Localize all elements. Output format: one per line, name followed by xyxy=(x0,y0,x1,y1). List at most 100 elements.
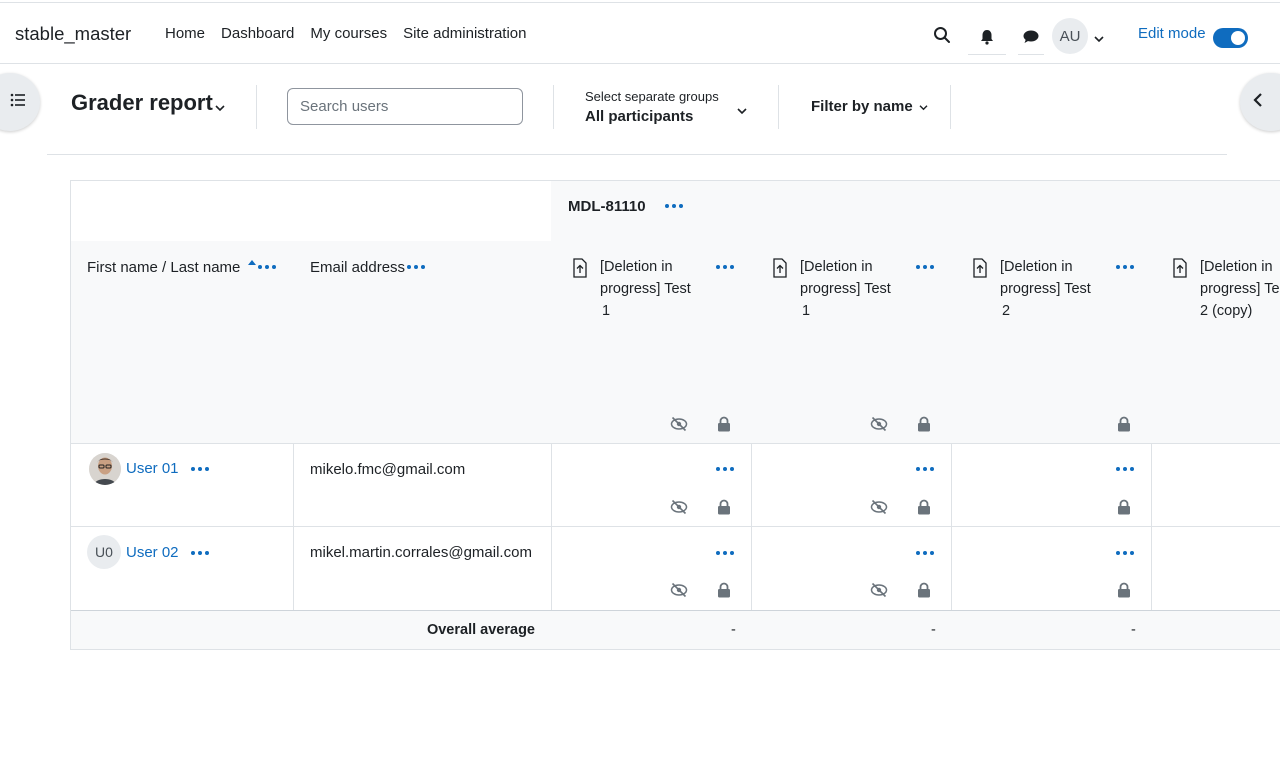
nav-home[interactable]: Home xyxy=(165,25,205,42)
grade-cell-actions-icon[interactable] xyxy=(916,550,934,556)
user-menu-chevron-down-icon[interactable] xyxy=(1094,30,1104,47)
user-name-link[interactable]: User 02 xyxy=(126,544,179,561)
primary-nav: Home Dashboard My courses Site administr… xyxy=(165,25,527,42)
user-email: mikelo.fmc@gmail.com xyxy=(310,461,466,478)
lock-icon xyxy=(718,416,730,432)
grade-cell[interactable] xyxy=(1151,443,1280,527)
grade-item-title-line: progress] Test xyxy=(600,281,691,297)
email-cell xyxy=(293,526,552,611)
grade-cell-actions-icon[interactable] xyxy=(916,466,934,472)
hidden-eye-slash-icon xyxy=(670,416,688,432)
name-column-text: First name / Last name xyxy=(87,259,241,276)
average-value: - xyxy=(931,622,936,638)
grade-item-title-line: [Deletion in xyxy=(800,259,873,275)
grade-item-title-line: 2 (copy) xyxy=(1200,303,1253,319)
divider xyxy=(950,85,951,129)
average-cell xyxy=(1151,610,1280,650)
assignment-upload-icon xyxy=(773,258,787,278)
user-actions-menu-icon[interactable] xyxy=(191,466,209,472)
search-users-input[interactable] xyxy=(287,88,523,125)
grade-cell[interactable] xyxy=(951,526,1152,611)
grade-item-actions-icon[interactable] xyxy=(716,264,734,270)
user-name-link[interactable]: User 01 xyxy=(126,460,179,477)
divider xyxy=(256,85,257,129)
grade-cell[interactable] xyxy=(551,526,752,611)
grade-item-title-line: [Deletion in xyxy=(1200,259,1273,275)
top-navbar: stable_master Home Dashboard My courses … xyxy=(0,2,1280,64)
chevron-down-icon xyxy=(919,105,928,111)
grade-cell-actions-icon[interactable] xyxy=(716,466,734,472)
average-cell xyxy=(551,610,752,650)
user-initials-avatar[interactable]: U0 xyxy=(87,535,121,569)
grade-cell-actions-icon[interactable] xyxy=(716,550,734,556)
groups-label: Select separate groups xyxy=(585,89,719,104)
nav-my-courses[interactable]: My courses xyxy=(310,25,387,42)
grade-item-actions-icon[interactable] xyxy=(1116,264,1134,270)
hidden-eye-slash-icon xyxy=(870,416,888,432)
edit-mode-toggle[interactable] xyxy=(1213,28,1248,48)
chevron-left-icon xyxy=(1253,92,1263,112)
filter-by-name-button[interactable]: Filter by name xyxy=(811,98,928,115)
hidden-eye-slash-icon xyxy=(670,582,688,598)
lock-icon xyxy=(918,499,930,515)
grade-item-title-line: progress] Test xyxy=(800,281,891,297)
header-divider xyxy=(47,154,1227,155)
email-column-label[interactable]: Email address xyxy=(310,259,405,276)
notifications-bell-icon[interactable] xyxy=(968,19,1006,55)
category-actions-menu-icon[interactable] xyxy=(665,203,683,209)
grade-item-title-line: progress] Test xyxy=(1000,281,1091,297)
table-corner-cell xyxy=(70,180,552,242)
email-cell xyxy=(293,443,552,527)
lock-icon xyxy=(918,582,930,598)
lock-icon xyxy=(718,582,730,598)
grade-cell-actions-icon[interactable] xyxy=(1116,466,1134,472)
block-drawer-button[interactable] xyxy=(1240,73,1280,131)
hidden-eye-slash-icon xyxy=(870,582,888,598)
grade-item-title-line: [Deletion in xyxy=(600,259,673,275)
sort-ascending-icon xyxy=(247,260,256,265)
divider xyxy=(778,85,779,129)
nav-site-administration[interactable]: Site administration xyxy=(403,25,526,42)
site-brand[interactable]: stable_master xyxy=(15,23,131,45)
name-column-actions-icon[interactable] xyxy=(258,264,276,270)
lock-icon xyxy=(1118,416,1130,432)
average-cell xyxy=(951,610,1152,650)
category-title: MDL-81110 xyxy=(568,198,646,215)
grade-cell[interactable] xyxy=(1151,526,1280,611)
grade-item-title-line: [Deletion in xyxy=(1000,259,1073,275)
category-header-cell xyxy=(551,180,1280,242)
grade-item-title-line: 1 xyxy=(802,303,811,319)
user-email: mikel.martin.corrales@gmail.com xyxy=(310,544,532,561)
average-value: - xyxy=(731,622,736,638)
grade-item-title-line: 2 xyxy=(1002,303,1011,319)
lock-icon xyxy=(918,416,930,432)
report-selector-chevron-down-icon[interactable] xyxy=(215,99,225,116)
course-index-drawer-button[interactable] xyxy=(0,73,40,131)
email-column-actions-icon[interactable] xyxy=(407,264,425,270)
search-icon[interactable] xyxy=(930,23,954,47)
grade-cell[interactable] xyxy=(751,526,952,611)
groups-selected-value[interactable]: All participants xyxy=(585,108,693,125)
name-column-label[interactable]: First name / Last name xyxy=(87,259,256,276)
lock-icon xyxy=(1118,582,1130,598)
groups-chevron-down-icon[interactable] xyxy=(737,102,747,119)
messages-chat-icon[interactable] xyxy=(1018,19,1044,55)
assignment-upload-icon xyxy=(573,258,587,278)
user-avatar[interactable]: AU xyxy=(1052,18,1088,54)
user-actions-menu-icon[interactable] xyxy=(191,550,209,556)
nav-dashboard[interactable]: Dashboard xyxy=(221,25,294,42)
grade-item-title-line: 1 xyxy=(602,303,611,319)
lock-icon xyxy=(718,499,730,515)
grade-item-actions-icon[interactable] xyxy=(916,264,934,270)
assignment-upload-icon xyxy=(1173,258,1187,278)
user-photo-avatar[interactable] xyxy=(89,453,121,485)
grade-cell-actions-icon[interactable] xyxy=(1116,550,1134,556)
page-title: Grader report xyxy=(71,90,213,115)
hidden-eye-slash-icon xyxy=(670,499,688,515)
lock-icon xyxy=(1118,499,1130,515)
divider xyxy=(553,85,554,129)
list-icon xyxy=(10,93,26,111)
filter-by-name-label: Filter by name xyxy=(811,98,913,115)
edit-mode-label[interactable]: Edit mode xyxy=(1138,25,1206,42)
assignment-upload-icon xyxy=(973,258,987,278)
